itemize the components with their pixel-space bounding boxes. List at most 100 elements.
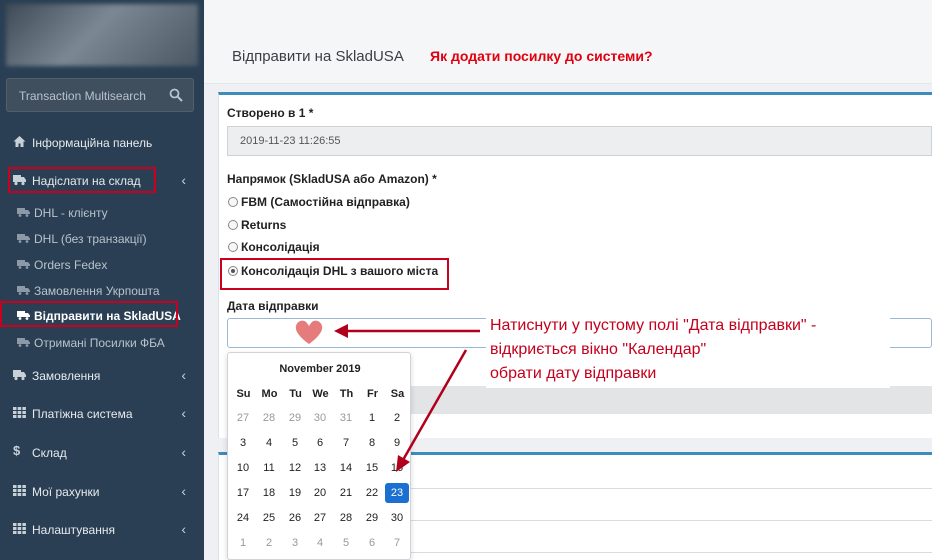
search-placeholder: Transaction Multisearch <box>19 89 146 103</box>
sidebar-item-my-accounts[interactable]: Мої рахунки ‹ <box>0 478 204 504</box>
calendar-day[interactable]: 7 <box>334 433 358 453</box>
instruction-callout: Натиснути у пустому полі "Дата відправки… <box>486 314 890 388</box>
calendar-day[interactable]: 6 <box>308 433 332 453</box>
calendar-day[interactable]: 24 <box>231 508 255 528</box>
sidebar-item-dashboard[interactable]: Інформаційна панель <box>0 129 204 155</box>
calendar-day-selected[interactable]: 23 <box>385 483 409 503</box>
truck-icon <box>13 370 26 381</box>
weekday-header: Su <box>236 388 251 400</box>
grid-icon <box>13 407 26 418</box>
sidebar-subitem-received-fba[interactable]: Отримані Посилки ФБА <box>0 331 204 353</box>
sidebar-subitem-ukrposhta-orders[interactable]: Замовлення Укрпошта <box>0 279 204 301</box>
top-bar <box>204 0 932 84</box>
calendar-day[interactable]: 22 <box>360 483 384 503</box>
truck-icon <box>17 260 30 269</box>
calendar-day[interactable]: 8 <box>360 433 384 453</box>
truck-icon <box>17 234 30 243</box>
calendar-day[interactable]: 31 <box>334 408 358 428</box>
highlight-box <box>8 167 156 193</box>
callout-line: відкриється вікно "Календар" <box>490 341 707 358</box>
calendar-day[interactable]: 27 <box>231 408 255 428</box>
calendar-day[interactable]: 4 <box>308 533 332 553</box>
sidebar-subitem-dhl-client[interactable]: DHL - клієнту <box>0 201 204 223</box>
heart-icon <box>295 320 323 344</box>
calendar-day[interactable]: 14 <box>334 458 358 478</box>
weekday-header: Th <box>339 388 354 400</box>
radio-fbm[interactable]: FBM (Самостійна відправка) <box>228 195 410 209</box>
truck-icon <box>17 286 30 295</box>
weekday-header: We <box>312 388 329 400</box>
page-title: Відправити на SkladUSA <box>232 48 404 65</box>
sidebar-subitem-orders-fedex[interactable]: Orders Fedex <box>0 253 204 275</box>
calendar-day[interactable]: 9 <box>385 433 409 453</box>
direction-label: Напрямок (SkladUSA або Amazon) * <box>227 172 437 186</box>
weekday-header: Sa <box>390 388 405 400</box>
calendar-day[interactable]: 5 <box>283 433 307 453</box>
search-input[interactable]: Transaction Multisearch <box>6 78 194 112</box>
radio-button[interactable] <box>228 220 238 230</box>
brand-logo <box>6 4 198 66</box>
radio-consolidation[interactable]: Консолідація <box>228 240 320 254</box>
calendar-day[interactable]: 6 <box>360 533 384 553</box>
calendar-day[interactable]: 29 <box>360 508 384 528</box>
calendar-day[interactable]: 29 <box>283 408 307 428</box>
chevron-left-icon: ‹ <box>181 172 186 188</box>
weekday-header: Mo <box>261 388 278 400</box>
sidebar-item-settings[interactable]: Налаштування ‹ <box>0 516 204 542</box>
calendar-day[interactable]: 28 <box>334 508 358 528</box>
calendar-day[interactable]: 1 <box>360 408 384 428</box>
calendar-day[interactable]: 3 <box>231 433 255 453</box>
calendar-day[interactable]: 21 <box>334 483 358 503</box>
calendar-day[interactable]: 12 <box>283 458 307 478</box>
radio-returns[interactable]: Returns <box>228 218 286 232</box>
truck-icon <box>17 208 30 217</box>
calendar-day[interactable]: 19 <box>283 483 307 503</box>
calendar-month-title: November 2019 <box>279 363 361 375</box>
calendar-day[interactable]: 26 <box>283 508 307 528</box>
calendar-day[interactable]: 2 <box>257 533 281 553</box>
calendar-day[interactable]: 13 <box>308 458 332 478</box>
chevron-left-icon: ‹ <box>181 444 186 460</box>
created-label: Створено в 1 * <box>227 106 314 120</box>
sidebar-subitem-dhl-no-transaction[interactable]: DHL (без транзакції) <box>0 227 204 249</box>
grid-icon <box>13 523 26 534</box>
calendar-day[interactable]: 15 <box>360 458 384 478</box>
callout-line: Натиснути у пустому полі "Дата відправки… <box>490 317 817 334</box>
chevron-left-icon: ‹ <box>181 521 186 537</box>
calendar-day[interactable]: 18 <box>257 483 281 503</box>
truck-icon <box>17 338 30 347</box>
chevron-left-icon: ‹ <box>181 483 186 499</box>
calendar-day[interactable]: 11 <box>257 458 281 478</box>
created-field: 2019-11-23 11:26:55 <box>227 126 932 156</box>
calendar-day[interactable]: 27 <box>308 508 332 528</box>
help-link[interactable]: Як додати посилку до системи? <box>430 48 653 64</box>
sidebar-item-orders[interactable]: Замовлення ‹ <box>0 362 204 388</box>
calendar-day[interactable]: 25 <box>257 508 281 528</box>
calendar-day[interactable]: 16 <box>385 458 409 478</box>
calendar-day[interactable]: 30 <box>308 408 332 428</box>
calendar-day[interactable]: 3 <box>283 533 307 553</box>
sidebar: Transaction Multisearch Інформаційна пан… <box>0 0 204 560</box>
highlight-box <box>0 301 178 327</box>
calendar-day[interactable]: 5 <box>334 533 358 553</box>
callout-line: обрати дату відправки <box>490 365 657 382</box>
calendar-day[interactable]: 4 <box>257 433 281 453</box>
radio-button[interactable] <box>228 242 238 252</box>
radio-button[interactable] <box>228 197 238 207</box>
calendar-day[interactable]: 28 <box>257 408 281 428</box>
chevron-left-icon: ‹ <box>181 367 186 383</box>
search-icon[interactable] <box>169 88 183 102</box>
calendar-day[interactable]: 10 <box>231 458 255 478</box>
calendar-day[interactable]: 7 <box>385 533 409 553</box>
calendar-day[interactable]: 17 <box>231 483 255 503</box>
sidebar-item-warehouse[interactable]: $ Склад ‹ <box>0 439 204 465</box>
dollar-icon: $ <box>13 443 21 458</box>
calendar-day[interactable]: 2 <box>385 408 409 428</box>
calendar-day[interactable]: 1 <box>231 533 255 553</box>
calendar-day[interactable]: 20 <box>308 483 332 503</box>
calendar-day[interactable]: 30 <box>385 508 409 528</box>
home-icon <box>13 136 26 147</box>
send-date-label: Дата відправки <box>227 299 319 313</box>
sidebar-item-payment-system[interactable]: Платіжна система ‹ <box>0 400 204 426</box>
grid-icon <box>13 485 26 496</box>
